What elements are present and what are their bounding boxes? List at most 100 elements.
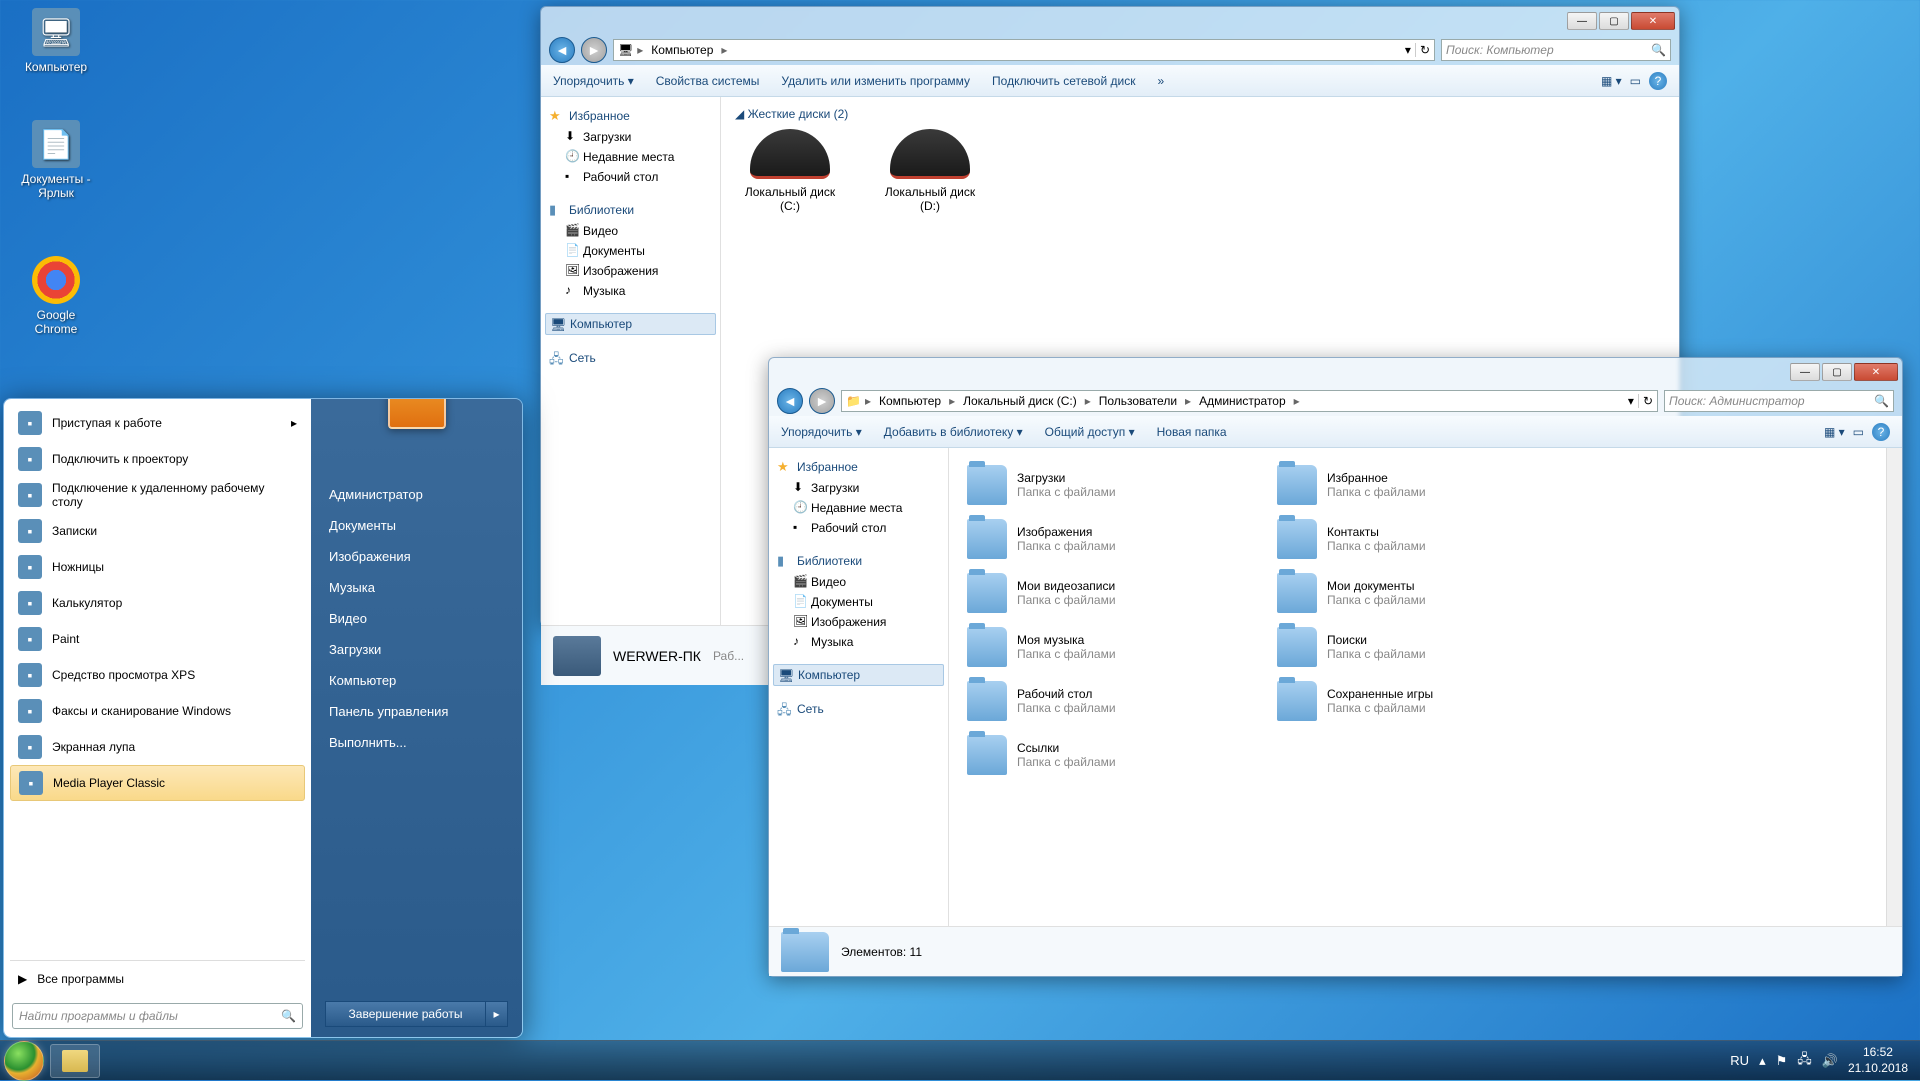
drive-c[interactable]: Локальный диск (C:): [735, 129, 845, 213]
group-header[interactable]: ◢ Жесткие диски (2): [735, 107, 1665, 121]
sidebar-network[interactable]: 🖧Сеть: [769, 698, 948, 720]
sidebar-favorites[interactable]: ★Избранное: [769, 456, 948, 478]
folder-item[interactable]: Моя музыкаПапка с файлами: [963, 620, 1273, 674]
start-right-item[interactable]: Панель управления: [325, 696, 508, 727]
close-button[interactable]: ✕: [1854, 363, 1898, 381]
nav-forward-button[interactable]: ►: [809, 388, 835, 414]
folder-item[interactable]: Мои документыПапка с файлами: [1273, 566, 1583, 620]
start-item[interactable]: ▪Средство просмотра XPS: [10, 657, 305, 693]
sidebar-libraries[interactable]: ▮Библиотеки: [541, 199, 720, 221]
folder-item[interactable]: КонтактыПапка с файлами: [1273, 512, 1583, 566]
desktop-icon-computer[interactable]: 🖥 Компьютер: [18, 8, 94, 74]
titlebar[interactable]: — ▢ ✕: [769, 358, 1902, 386]
folder-item[interactable]: ИзображенияПапка с файлами: [963, 512, 1273, 566]
language-indicator[interactable]: RU: [1730, 1053, 1749, 1068]
shutdown-button[interactable]: Завершение работы: [325, 1001, 486, 1027]
sidebar-network[interactable]: 🖧Сеть: [541, 347, 720, 369]
sidebar-item-downloads[interactable]: ⬇Загрузки: [541, 127, 720, 147]
sidebar-item-documents[interactable]: 📄Документы: [541, 241, 720, 261]
desktop-icon-chrome[interactable]: Google Chrome: [18, 256, 94, 336]
sidebar-item-pictures[interactable]: 🖼Изображения: [541, 261, 720, 281]
sidebar-item-music[interactable]: ♪Музыка: [541, 281, 720, 301]
sidebar-item-videos[interactable]: 🎬Видео: [541, 221, 720, 241]
start-right-item[interactable]: Выполнить...: [325, 727, 508, 758]
dropdown-icon[interactable]: ▾: [1628, 394, 1634, 408]
view-icon[interactable]: ▦ ▾: [1601, 74, 1622, 88]
desktop-icon-documents[interactable]: 📄 Документы - Ярлык: [18, 120, 94, 200]
start-button[interactable]: [4, 1041, 44, 1081]
user-avatar[interactable]: [388, 398, 446, 429]
flag-icon[interactable]: ⚑: [1776, 1053, 1788, 1069]
sidebar-item-desktop[interactable]: ▪Рабочий стол: [541, 167, 720, 187]
sidebar-item-recent[interactable]: 🕘Недавние места: [541, 147, 720, 167]
address-field[interactable]: 🖥 ▸ Компьютер ▸ ▾ ↻: [613, 39, 1435, 61]
close-button[interactable]: ✕: [1631, 12, 1675, 30]
start-item[interactable]: ▪Ножницы: [10, 549, 305, 585]
sidebar-computer[interactable]: 🖥Компьютер: [545, 313, 716, 335]
clock[interactable]: 16:52 21.10.2018: [1848, 1045, 1908, 1076]
start-item[interactable]: ▪Калькулятор: [10, 585, 305, 621]
sidebar-item-recent[interactable]: 🕘Недавние места: [769, 498, 948, 518]
start-right-item[interactable]: Изображения: [325, 541, 508, 572]
maximize-button[interactable]: ▢: [1599, 12, 1629, 30]
folder-item[interactable]: ПоискиПапка с файлами: [1273, 620, 1583, 674]
address-field[interactable]: 📁 ▸ Компьютер ▸ Локальный диск (C:) ▸ По…: [841, 390, 1658, 412]
start-item[interactable]: ▪Paint: [10, 621, 305, 657]
start-right-item[interactable]: Музыка: [325, 572, 508, 603]
help-icon[interactable]: ?: [1872, 423, 1890, 441]
start-search-input[interactable]: Найти программы и файлы 🔍: [12, 1003, 303, 1029]
search-input[interactable]: Поиск: Компьютер 🔍: [1441, 39, 1671, 61]
preview-pane-icon[interactable]: ▭: [1630, 74, 1641, 88]
view-icon[interactable]: ▦ ▾: [1824, 425, 1845, 439]
start-item[interactable]: ▪Подключить к проектору: [10, 441, 305, 477]
breadcrumb[interactable]: Пользователи: [1095, 394, 1181, 408]
toolbar-newfolder[interactable]: Новая папка: [1157, 425, 1227, 439]
drive-d[interactable]: Локальный диск (D:): [875, 129, 985, 213]
toolbar-uninstall[interactable]: Удалить или изменить программу: [781, 74, 970, 88]
maximize-button[interactable]: ▢: [1822, 363, 1852, 381]
toolbar-addlib[interactable]: Добавить в библиотеку ▾: [884, 425, 1023, 439]
taskbar-app-explorer[interactable]: [50, 1044, 100, 1078]
folder-item[interactable]: ИзбранноеПапка с файлами: [1273, 458, 1583, 512]
toolbar-organize[interactable]: Упорядочить ▾: [781, 425, 862, 439]
sidebar-libraries[interactable]: ▮Библиотеки: [769, 550, 948, 572]
toolbar-overflow[interactable]: »: [1157, 74, 1164, 88]
start-right-item[interactable]: Администратор: [325, 479, 508, 510]
breadcrumb[interactable]: Локальный диск (C:): [959, 394, 1081, 408]
all-programs[interactable]: ▶ Все программы: [10, 961, 305, 997]
start-item[interactable]: ▪Факсы и сканирование Windows: [10, 693, 305, 729]
breadcrumb[interactable]: Компьютер: [875, 394, 945, 408]
start-item[interactable]: ▪Экранная лупа: [10, 729, 305, 765]
start-right-item[interactable]: Видео: [325, 603, 508, 634]
toolbar-mapdrive[interactable]: Подключить сетевой диск: [992, 74, 1135, 88]
volume-icon[interactable]: 🔊: [1822, 1053, 1838, 1069]
nav-forward-button[interactable]: ►: [581, 37, 607, 63]
start-item[interactable]: ▪Записки: [10, 513, 305, 549]
sidebar-item-desktop[interactable]: ▪Рабочий стол: [769, 518, 948, 538]
titlebar[interactable]: — ▢ ✕: [541, 7, 1679, 35]
start-item[interactable]: ▪Подключение к удаленному рабочему столу: [10, 477, 305, 513]
toolbar-organize[interactable]: Упорядочить ▾: [553, 74, 634, 88]
shutdown-options-button[interactable]: ▸: [486, 1001, 508, 1027]
start-right-item[interactable]: Документы: [325, 510, 508, 541]
minimize-button[interactable]: —: [1790, 363, 1820, 381]
folder-item[interactable]: ЗагрузкиПапка с файлами: [963, 458, 1273, 512]
minimize-button[interactable]: —: [1567, 12, 1597, 30]
start-item[interactable]: ▪Приступая к работе▸: [10, 405, 305, 441]
folder-item[interactable]: Рабочий столПапка с файлами: [963, 674, 1273, 728]
tray-chevron-icon[interactable]: ▴: [1759, 1053, 1766, 1069]
sidebar-item-pictures[interactable]: 🖼Изображения: [769, 612, 948, 632]
refresh-icon[interactable]: ↻: [1415, 43, 1430, 57]
toolbar-properties[interactable]: Свойства системы: [656, 74, 760, 88]
nav-back-button[interactable]: ◄: [549, 37, 575, 63]
sidebar-item-documents[interactable]: 📄Документы: [769, 592, 948, 612]
sidebar-item-music[interactable]: ♪Музыка: [769, 632, 948, 652]
refresh-icon[interactable]: ↻: [1638, 394, 1653, 408]
network-icon[interactable]: 🖧: [1797, 1050, 1812, 1072]
start-right-item[interactable]: Загрузки: [325, 634, 508, 665]
dropdown-icon[interactable]: ▾: [1405, 43, 1411, 57]
scrollbar[interactable]: [1886, 448, 1902, 926]
sidebar-item-videos[interactable]: 🎬Видео: [769, 572, 948, 592]
preview-pane-icon[interactable]: ▭: [1853, 425, 1864, 439]
sidebar-computer[interactable]: 🖥Компьютер: [773, 664, 944, 686]
